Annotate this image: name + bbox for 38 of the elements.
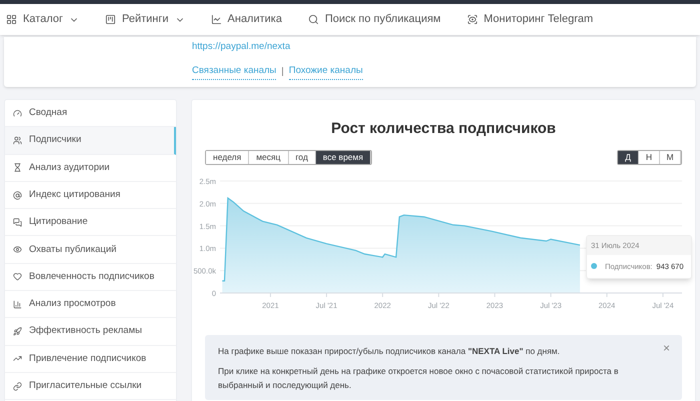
gauge-icon [13,108,22,118]
sidebar-item[interactable]: Анализ просмотров [5,291,176,318]
chart-title: Рост количества подписчиков [330,119,557,139]
period-button[interactable]: все время [316,150,372,164]
messages-icon [13,218,22,227]
heart-icon [13,272,22,282]
users-icon [13,136,22,145]
hourglass-icon [13,163,22,172]
link-separator: | [281,64,284,79]
sidebar-item[interactable]: Охваты публикаций [5,236,176,264]
sidebar-item[interactable]: Подписчики [5,127,176,155]
nav-link[interactable]: Каталог [6,11,79,28]
sidebar-item[interactable]: Привлечение подписчиков [5,346,176,373]
sidebar-item[interactable]: Анализ аудитории [5,154,176,182]
trend-icon [13,354,22,364]
nav-link[interactable]: Рейтинги [105,11,185,28]
granularity-button[interactable]: Д [618,150,639,164]
info-text: При клике на конкретный день на графике откроется новое окно с почасовой статистикой прироста в выбранный и последующий день. [218,364,620,392]
line-chart-icon [210,14,222,25]
nav-link[interactable]: Аналитика [210,11,282,28]
sidebar-item[interactable]: Вовлеченность подписчиков [5,264,176,292]
sidebar-item[interactable]: Цитирование [5,209,176,236]
sidebar-item[interactable]: Индекс цитирования [5,182,176,210]
info-text: На графике выше показан прирост/убыль подписчиков канала "NEXTA Live" по дням. [218,344,561,358]
sidebar-item[interactable]: Эффективность рекламы [5,318,176,346]
link-icon [13,382,22,391]
rocket-icon [13,327,22,336]
grid-icon [6,14,17,25]
nav-link[interactable]: Поиск по публикациям [308,11,441,28]
scan-icon [466,14,478,25]
eye-icon [13,245,22,254]
search-icon [308,14,319,25]
at-sign-icon [13,190,22,200]
sidebar-item[interactable]: Пригласительные ссылки [5,372,176,400]
period-button[interactable]: неделя [206,150,250,164]
board-icon [105,14,116,25]
nav-link[interactable]: Мониторинг Telegram [466,11,594,28]
bar-chart-icon [13,300,22,309]
